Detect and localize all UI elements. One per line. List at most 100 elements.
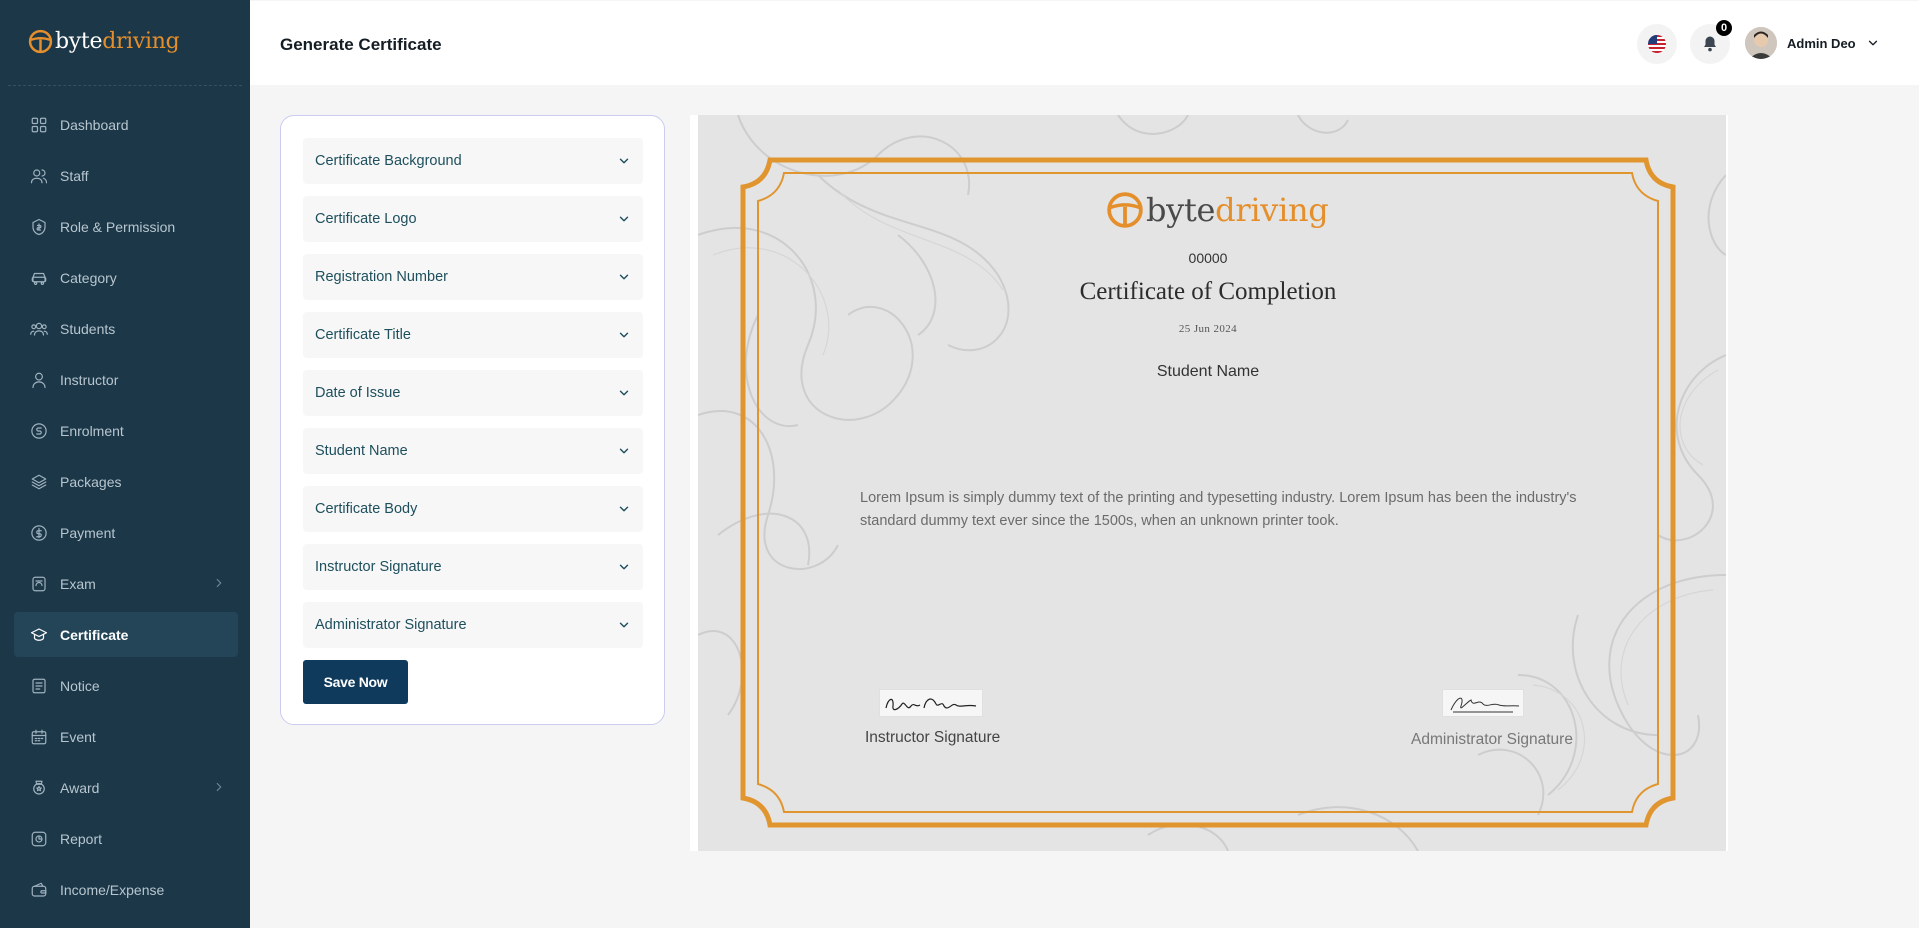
sidebar-item-label: Students bbox=[60, 320, 116, 337]
notifications-button[interactable]: 0 bbox=[1690, 20, 1732, 64]
sidebar-item-category[interactable]: Category bbox=[14, 255, 238, 300]
administrator-signature-image bbox=[1442, 689, 1524, 717]
steering-wheel-icon bbox=[28, 29, 53, 53]
sidebar-item-certificate[interactable]: Certificate bbox=[14, 612, 238, 657]
chevron-down-icon bbox=[1868, 40, 1877, 46]
chevron-down-icon bbox=[619, 564, 629, 570]
save-now-button[interactable]: Save Now bbox=[303, 660, 408, 704]
report-icon bbox=[31, 831, 47, 846]
accordion-certificate-body[interactable]: Certificate Body bbox=[303, 486, 643, 532]
sidebar-item-label: Notice bbox=[60, 677, 100, 694]
enrol-icon bbox=[31, 422, 47, 439]
sidebar: bytedriving Dashboard Staff Role & Permiss… bbox=[0, 0, 250, 928]
sidebar-item-staff[interactable]: Staff bbox=[14, 153, 238, 198]
sidebar-nav: Dashboard Staff Role & Permission Category S… bbox=[14, 102, 238, 918]
brand-logo[interactable]: bytedriving bbox=[28, 26, 180, 56]
chevron-down-icon bbox=[619, 332, 629, 338]
accordion-student-name[interactable]: Student Name bbox=[303, 428, 643, 474]
user-icon bbox=[32, 372, 46, 388]
group-icon bbox=[30, 322, 48, 336]
sidebar-item-label: Instructor bbox=[60, 371, 119, 388]
top-header: Generate Certificate 0 Admin Deo bbox=[250, 1, 1919, 85]
brand-name-part1: byte bbox=[55, 28, 103, 54]
accordion-instructor-signature[interactable]: Instructor Signature bbox=[303, 544, 643, 590]
bell-icon bbox=[1704, 36, 1716, 52]
grid-icon bbox=[31, 117, 47, 132]
wallet-icon bbox=[31, 882, 47, 897]
accordion-label: Certificate Body bbox=[315, 501, 418, 517]
accordion-label: Instructor Signature bbox=[315, 559, 442, 575]
sidebar-item-label: Payment bbox=[60, 524, 116, 541]
certificate-title: Certificate of Completion bbox=[1079, 278, 1337, 305]
certificate-preview: bytedriving 00000 Certificate of Complet… bbox=[690, 115, 1728, 851]
award-icon bbox=[33, 780, 45, 795]
steering-wheel-icon bbox=[1107, 192, 1143, 228]
accordion-label: Certificate Background bbox=[315, 153, 462, 169]
sidebar-item-label: Packages bbox=[60, 473, 122, 490]
registration-number: 00000 bbox=[1188, 250, 1228, 266]
users-icon bbox=[30, 168, 48, 183]
sidebar-item-report[interactable]: Report bbox=[14, 816, 238, 861]
sidebar-item-label: Certificate bbox=[60, 626, 129, 643]
layers-icon bbox=[31, 474, 47, 489]
sidebar-divider bbox=[8, 85, 242, 86]
student-name: Student Name bbox=[1156, 363, 1260, 380]
sidebar-item-label: Income/Expense bbox=[60, 881, 165, 898]
administrator-signature-label: Administrator Signature bbox=[1411, 731, 1573, 748]
accordion-label: Registration Number bbox=[315, 269, 448, 285]
calendar-icon bbox=[31, 729, 47, 744]
accordion-registration-number[interactable]: Registration Number bbox=[303, 254, 643, 300]
accordion-label: Date of Issue bbox=[315, 385, 401, 401]
accordion-certificate-logo[interactable]: Certificate Logo bbox=[303, 196, 643, 242]
chevron-down-icon bbox=[619, 448, 629, 454]
chevron-down-icon bbox=[619, 622, 629, 628]
sidebar-item-label: Staff bbox=[60, 167, 89, 184]
sidebar-item-label: Enrolment bbox=[60, 422, 124, 439]
dollar-icon bbox=[31, 524, 47, 541]
accordion-label: Certificate Title bbox=[315, 327, 411, 343]
sidebar-item-dashboard[interactable]: Dashboard bbox=[14, 102, 238, 147]
sidebar-item-enrolment[interactable]: Enrolment bbox=[14, 408, 238, 453]
sidebar-item-payment[interactable]: Payment bbox=[14, 510, 238, 555]
chevron-down-icon bbox=[619, 274, 629, 280]
sidebar-item-award[interactable]: Award bbox=[14, 765, 238, 810]
sidebar-item-label: Report bbox=[60, 830, 103, 847]
sidebar-item-role-permission[interactable]: Role & Permission bbox=[14, 204, 238, 249]
sidebar-item-students[interactable]: Students bbox=[14, 306, 238, 351]
sidebar-item-notice[interactable]: Notice bbox=[14, 663, 238, 708]
car-icon bbox=[31, 272, 47, 285]
notice-icon bbox=[32, 678, 46, 693]
user-menu[interactable]: Admin Deo bbox=[1745, 27, 1880, 59]
shield-icon bbox=[32, 218, 46, 235]
graduation-cap-icon bbox=[30, 627, 48, 641]
chevron-right-icon bbox=[216, 782, 222, 792]
certificate-brand-part1: byte bbox=[1146, 191, 1216, 229]
signature-scribble bbox=[1450, 697, 1520, 713]
sidebar-item-label: Exam bbox=[60, 575, 96, 592]
certificate-logo: bytedriving bbox=[1106, 191, 1329, 229]
instructor-signature-image bbox=[879, 689, 983, 717]
sidebar-item-event[interactable]: Event bbox=[14, 714, 238, 759]
accordion-administrator-signature[interactable]: Administrator Signature bbox=[303, 602, 643, 648]
accordion-label: Administrator Signature bbox=[315, 617, 467, 633]
brand-name-part2: driving bbox=[102, 28, 180, 54]
sidebar-item-label: Dashboard bbox=[60, 116, 129, 133]
instructor-signature-label: Instructor Signature bbox=[865, 729, 1001, 746]
user-name: Admin Deo bbox=[1787, 35, 1856, 51]
accordion-certificate-background[interactable]: Certificate Background bbox=[303, 138, 643, 184]
sidebar-item-label: Award bbox=[60, 779, 100, 796]
language-button[interactable] bbox=[1637, 24, 1677, 64]
accordion-date-of-issue[interactable]: Date of Issue bbox=[303, 370, 643, 416]
us-flag-icon bbox=[1648, 35, 1666, 53]
avatar bbox=[1745, 27, 1777, 59]
accordion-certificate-title[interactable]: Certificate Title bbox=[303, 312, 643, 358]
avatar-image bbox=[1745, 27, 1777, 59]
sidebar-item-packages[interactable]: Packages bbox=[14, 459, 238, 504]
sidebar-item-exam[interactable]: Exam bbox=[14, 561, 238, 606]
exam-icon bbox=[32, 576, 46, 591]
notification-badge: 0 bbox=[1716, 20, 1732, 36]
sidebar-item-income-expense[interactable]: Income/Expense bbox=[14, 867, 238, 912]
sidebar-item-instructor[interactable]: Instructor bbox=[14, 357, 238, 402]
certificate-body: Lorem Ipsum is simply dummy text of the … bbox=[860, 490, 1577, 529]
signature-scribble bbox=[885, 698, 977, 711]
